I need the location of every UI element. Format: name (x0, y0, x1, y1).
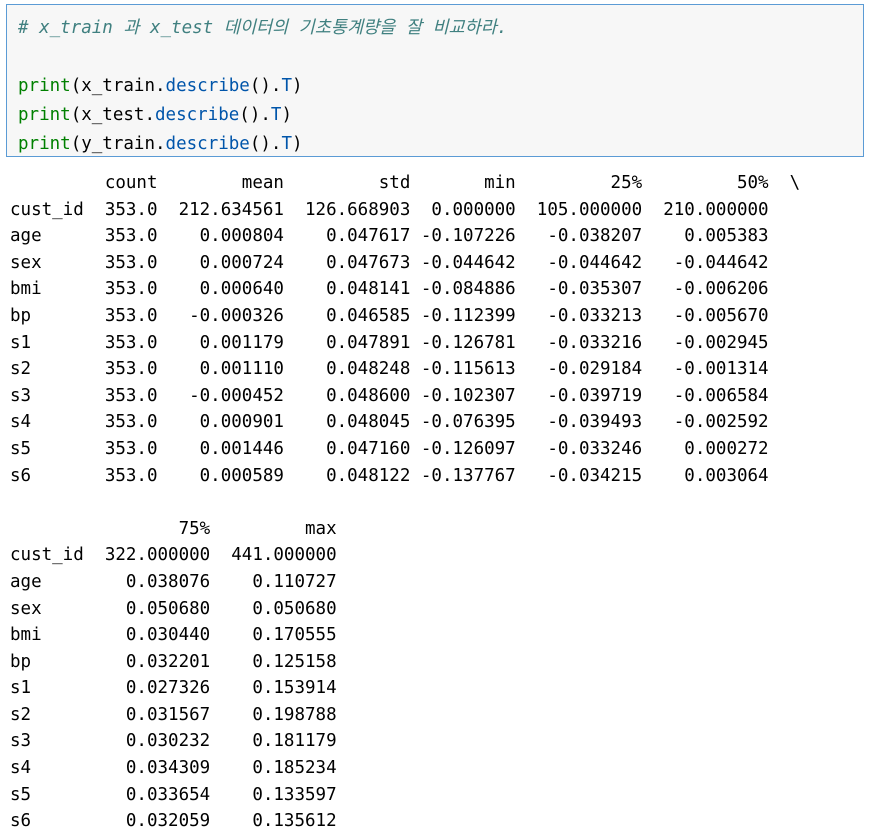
table-row: s5 0.033654 0.133597 (10, 784, 337, 805)
paren-open: ( (70, 105, 82, 125)
table-row: cust_id 322.000000 441.000000 (10, 545, 337, 566)
method-name: describe (165, 134, 250, 154)
call-parens: (). (249, 76, 282, 96)
table1-header: count mean std min 25% 50% \ (10, 173, 801, 193)
variable-name: x_test (81, 105, 145, 125)
table-row: s2 0.031567 0.198788 (10, 704, 337, 725)
table-row: s6 353.0 0.000589 0.048122 -0.137767 -0.… (10, 465, 769, 486)
attribute-name: T (281, 134, 292, 154)
paren-close: ) (292, 134, 303, 154)
cell-output: count mean std min 25% 50% \ cust_id 353… (10, 170, 800, 835)
attribute-name: T (270, 105, 282, 125)
table-row: age 0.038076 0.110727 (10, 571, 337, 592)
print-keyword: print (18, 105, 71, 125)
paren-close: ) (281, 105, 292, 125)
table-row: s2 353.0 0.001110 0.048248 -0.115613 -0.… (10, 359, 769, 380)
dot: . (155, 76, 166, 96)
table-row: s3 0.030232 0.181179 (10, 731, 337, 752)
table-row: bmi 353.0 0.000640 0.048141 -0.084886 -0… (10, 279, 769, 300)
call-parens: (). (239, 105, 271, 125)
table-row: sex 353.0 0.000724 0.047673 -0.044642 -0… (10, 252, 769, 273)
table-row: s1 353.0 0.001179 0.047891 -0.126781 -0.… (10, 332, 769, 353)
code-cell-input[interactable]: # x_train 과 x_test 데이터의 기초통계량을 잘 비교하라. p… (6, 4, 864, 157)
table-row: cust_id 353.0 212.634561 126.668903 0.00… (10, 199, 769, 220)
table-spacer (10, 489, 800, 516)
table-row: sex 0.050680 0.050680 (10, 598, 337, 619)
table-row: bp 353.0 -0.000326 0.046585 -0.112399 -0… (10, 305, 769, 326)
table-row: s4 353.0 0.000901 0.048045 -0.076395 -0.… (10, 412, 769, 433)
table-row: age 353.0 0.000804 0.047617 -0.107226 -0… (10, 226, 769, 247)
code-comment-line: # x_train 과 x_test 데이터의 기초통계량을 잘 비교하라. (18, 14, 863, 43)
dot: . (144, 105, 155, 125)
print-keyword: print (18, 134, 71, 154)
print-keyword: print (18, 76, 71, 96)
call-parens: (). (249, 134, 282, 154)
code-line-print-x-test: print(x_test.describe().T) (18, 101, 863, 130)
code-comment: # x_train 과 x_test 데이터의 기초통계량을 잘 비교하라. (18, 18, 508, 38)
table-row: s3 353.0 -0.000452 0.048600 -0.102307 -0… (10, 385, 769, 406)
table-row: s4 0.034309 0.185234 (10, 758, 337, 779)
method-name: describe (155, 105, 240, 125)
dot: . (155, 134, 166, 154)
variable-name: x_train (81, 76, 155, 96)
code-line-print-y-train: print(y_train.describe().T) (18, 130, 863, 159)
table-row: bmi 0.030440 0.170555 (10, 625, 337, 646)
attribute-name: T (281, 76, 292, 96)
table-row: bp 0.032201 0.125158 (10, 651, 337, 672)
paren-open: ( (70, 134, 82, 154)
method-name: describe (165, 76, 250, 96)
paren-open: ( (70, 76, 82, 96)
variable-name: y_train (81, 134, 155, 154)
table-row: s5 353.0 0.001446 0.047160 -0.126097 -0.… (10, 438, 769, 459)
code-line-print-x-train: print(x_train.describe().T) (18, 72, 863, 101)
table2-header: 75% max (10, 518, 337, 539)
paren-close: ) (292, 76, 303, 96)
table-row: s1 0.027326 0.153914 (10, 678, 337, 699)
